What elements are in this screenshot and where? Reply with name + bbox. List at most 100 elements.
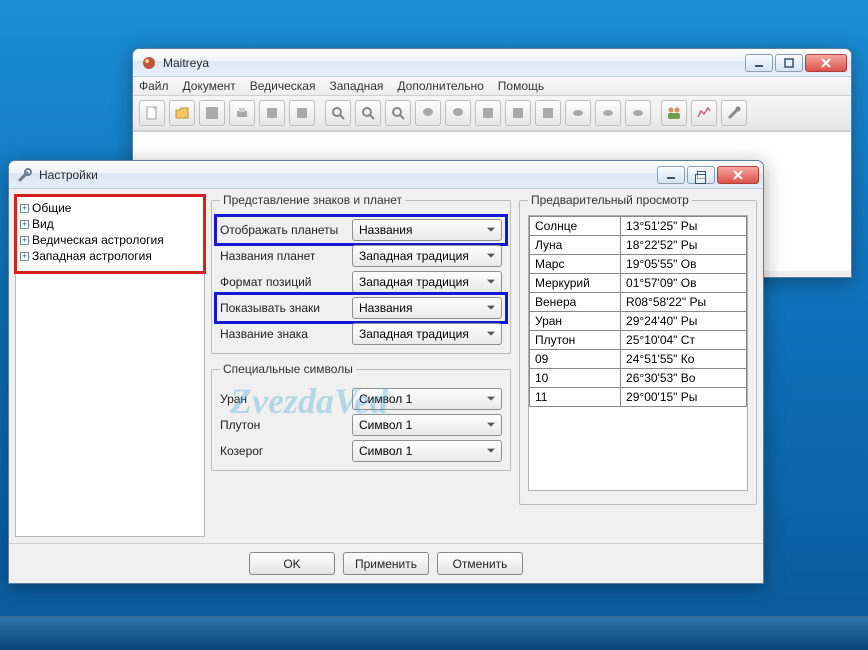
- taskbar[interactable]: [0, 616, 868, 650]
- planet-name-cell: Уран: [530, 312, 621, 331]
- label: Отображать планеты: [220, 223, 346, 237]
- planet-position-cell: 18°22'52" Ры: [621, 236, 747, 255]
- label: Название знака: [220, 327, 346, 341]
- expand-icon[interactable]: +: [20, 252, 29, 261]
- tree-label: Западная астрология: [32, 249, 152, 263]
- combo-position-format[interactable]: Западная традиция: [352, 271, 502, 293]
- wrench-icon: [17, 167, 33, 183]
- tool-bubble-2[interactable]: [445, 100, 471, 126]
- dialog-minimize-button[interactable]: [657, 166, 685, 184]
- app-icon: [141, 55, 157, 71]
- planet-name-cell: Венера: [530, 293, 621, 312]
- combo-display-planets[interactable]: Названия: [352, 219, 502, 241]
- row-position-format: Формат позиций Западная традиция: [220, 271, 502, 293]
- planet-position-cell: 29°00'15" Ры: [621, 388, 747, 407]
- expand-icon[interactable]: +: [20, 204, 29, 213]
- tree-item-view[interactable]: +Вид: [18, 216, 202, 232]
- combo-show-signs[interactable]: Названия: [352, 297, 502, 319]
- row-uranus: Уран Символ 1: [220, 388, 502, 410]
- row-planet-names: Названия планет Западная традиция: [220, 245, 502, 267]
- settings-tree[interactable]: +Общие +Вид +Ведическая астрология +Запа…: [15, 195, 205, 537]
- tool-zoom-1[interactable]: [325, 100, 351, 126]
- dialog-close-button[interactable]: [717, 166, 759, 184]
- dialog-restore-button[interactable]: [687, 166, 715, 184]
- tool-zoom-3[interactable]: [385, 100, 411, 126]
- planet-position-cell: R08°58'22" Ры: [621, 293, 747, 312]
- menu-file[interactable]: Файл: [139, 79, 169, 93]
- dialog-titlebar[interactable]: Настройки: [9, 161, 763, 189]
- tool-cloud-2[interactable]: [595, 100, 621, 126]
- combo-value: Западная традиция: [359, 275, 469, 289]
- maximize-button[interactable]: [775, 54, 803, 72]
- tool-grid-1[interactable]: [475, 100, 501, 126]
- group-special-symbols: Специальные символы Уран Символ 1 Плутон…: [211, 362, 511, 471]
- tool-generic-1[interactable]: [259, 100, 285, 126]
- row-capricorn: Козерог Символ 1: [220, 440, 502, 462]
- expand-icon[interactable]: +: [20, 220, 29, 229]
- label: Плутон: [220, 418, 346, 432]
- menubar: Файл Документ Ведическая Западная Дополн…: [133, 77, 851, 96]
- menu-help[interactable]: Помощь: [498, 79, 544, 93]
- settings-dialog: Настройки +Общие +Вид +Ведическая астрол…: [8, 160, 764, 584]
- planet-name-cell: 11: [530, 388, 621, 407]
- group-legend: Специальные символы: [220, 362, 356, 376]
- table-row: Луна18°22'52" Ры: [530, 236, 747, 255]
- planet-position-cell: 29°24'40" Ры: [621, 312, 747, 331]
- minimize-button[interactable]: [745, 54, 773, 72]
- tool-print[interactable]: [229, 100, 255, 126]
- planet-position-cell: 19°05'55" Ов: [621, 255, 747, 274]
- menu-extra[interactable]: Дополнительно: [397, 79, 483, 93]
- combo-uranus[interactable]: Символ 1: [352, 388, 502, 410]
- planet-name-cell: Плутон: [530, 331, 621, 350]
- tool-bubble-1[interactable]: [415, 100, 441, 126]
- close-button[interactable]: [805, 54, 847, 72]
- tree-label: Вид: [32, 217, 54, 231]
- combo-planet-names[interactable]: Западная традиция: [352, 245, 502, 267]
- table-row: Плутон25°10'04" Ст: [530, 331, 747, 350]
- menu-document[interactable]: Документ: [183, 79, 236, 93]
- tool-generic-2[interactable]: [289, 100, 315, 126]
- combo-sign-name[interactable]: Западная традиция: [352, 323, 502, 345]
- planet-name-cell: Солнце: [530, 217, 621, 236]
- combo-value: Символ 1: [359, 392, 412, 406]
- table-row: Меркурий01°57'09" Ов: [530, 274, 747, 293]
- tree-item-western[interactable]: +Западная астрология: [18, 248, 202, 264]
- preview-scroll[interactable]: Солнце13°51'25" РыЛуна18°22'52" РыМарс19…: [528, 215, 748, 491]
- group-preview: Предварительный просмотр Солнце13°51'25"…: [519, 193, 757, 505]
- combo-capricorn[interactable]: Символ 1: [352, 440, 502, 462]
- planet-position-cell: 01°57'09" Ов: [621, 274, 747, 293]
- main-title: Maitreya: [163, 56, 745, 70]
- combo-value: Символ 1: [359, 444, 412, 458]
- toolbar: [133, 96, 851, 131]
- tool-zoom-2[interactable]: [355, 100, 381, 126]
- dialog-title: Настройки: [39, 168, 657, 182]
- tool-save[interactable]: [199, 100, 225, 126]
- planet-name-cell: Марс: [530, 255, 621, 274]
- tool-cloud-3[interactable]: [625, 100, 651, 126]
- button-label: Применить: [355, 557, 417, 571]
- label: Уран: [220, 392, 346, 406]
- planet-name-cell: 10: [530, 369, 621, 388]
- tree-item-vedic[interactable]: +Ведическая астрология: [18, 232, 202, 248]
- planet-name-cell: 09: [530, 350, 621, 369]
- tree-item-general[interactable]: +Общие: [18, 200, 202, 216]
- menu-vedic[interactable]: Ведическая: [250, 79, 316, 93]
- tool-new[interactable]: [139, 100, 165, 126]
- ok-button[interactable]: OK: [249, 552, 335, 575]
- tool-open[interactable]: [169, 100, 195, 126]
- combo-value: Западная традиция: [359, 249, 469, 263]
- cancel-button[interactable]: Отменить: [437, 552, 523, 575]
- tool-people-icon[interactable]: [661, 100, 687, 126]
- combo-pluto[interactable]: Символ 1: [352, 414, 502, 436]
- menu-western[interactable]: Западная: [329, 79, 383, 93]
- tool-cloud-1[interactable]: [565, 100, 591, 126]
- table-row: 1026°30'53" Во: [530, 369, 747, 388]
- tool-chart-icon[interactable]: [691, 100, 717, 126]
- tool-grid-3[interactable]: [535, 100, 561, 126]
- apply-button[interactable]: Применить: [343, 552, 429, 575]
- preview-table: Солнце13°51'25" РыЛуна18°22'52" РыМарс19…: [529, 216, 747, 407]
- tool-settings-icon[interactable]: [721, 100, 747, 126]
- main-titlebar[interactable]: Maitreya: [133, 49, 851, 77]
- expand-icon[interactable]: +: [20, 236, 29, 245]
- tool-grid-2[interactable]: [505, 100, 531, 126]
